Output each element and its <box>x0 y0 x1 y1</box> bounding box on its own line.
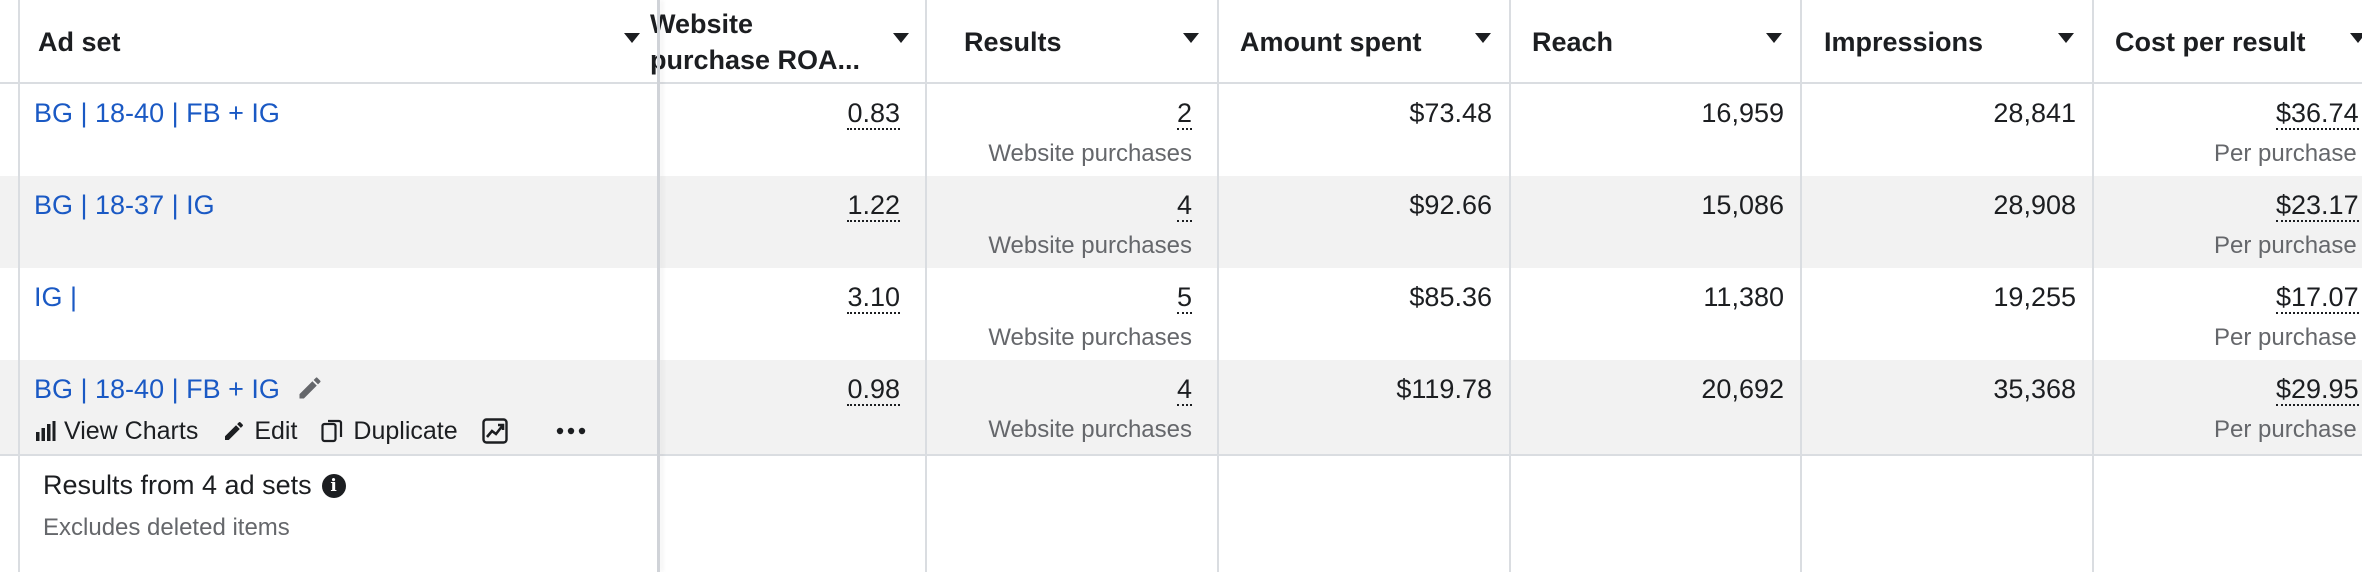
edit-button[interactable]: Edit <box>222 417 297 446</box>
amount-spent-value: $92.66 <box>1409 190 1492 220</box>
results-value[interactable]: 2 <box>1176 98 1192 130</box>
caret-down-icon[interactable] <box>2058 33 2074 43</box>
column-header-cost-per-result[interactable]: Cost per result <box>2115 0 2306 84</box>
column-divider[interactable] <box>1800 0 1802 572</box>
reach-value: 20,692 <box>1701 374 1784 404</box>
results-type: Website purchases <box>988 324 1192 351</box>
column-header-label: Reach <box>1532 27 1614 57</box>
column-header-reach[interactable]: Reach <box>1532 0 1613 84</box>
caret-down-icon[interactable] <box>624 33 640 43</box>
column-header-label-line1: Website <box>650 9 754 39</box>
cost-per-result-type: Per purchase <box>2214 232 2357 259</box>
info-icon[interactable]: i <box>321 473 346 498</box>
cost-per-result-type: Per purchase <box>2214 416 2357 443</box>
caret-down-icon[interactable] <box>893 33 909 43</box>
ad-sets-table: Ad set Website purchase ROA... Results A… <box>0 0 2362 572</box>
edit-label: Edit <box>254 416 298 445</box>
more-horizontal-icon <box>556 427 585 435</box>
ad-set-name-link[interactable]: BG | 18-40 | FB + IG <box>34 374 280 405</box>
ad-set-name-link[interactable]: BG | 18-40 | FB + IG <box>34 98 280 129</box>
results-value[interactable]: 5 <box>1176 282 1192 314</box>
pencil-icon[interactable] <box>296 374 324 402</box>
cost-per-result-type: Per purchase <box>2214 324 2357 351</box>
column-header-label: Impressions <box>1824 27 1984 57</box>
column-header-website-purchase-roas[interactable]: Website purchase ROA... <box>650 0 890 84</box>
results-type: Website purchases <box>988 232 1192 259</box>
duplicate-icon <box>321 419 343 443</box>
reach-value: 16,959 <box>1701 98 1784 128</box>
column-divider[interactable] <box>925 0 927 572</box>
results-type: Website purchases <box>988 140 1192 167</box>
impressions-value: 35,368 <box>1993 374 2076 404</box>
summary-title: Results from 4 ad sets i <box>43 470 346 501</box>
column-header-label-line2: purchase ROA... <box>650 45 861 75</box>
impressions-value: 19,255 <box>1993 282 2076 312</box>
table-row[interactable]: IG | 3.10 5 Website purchases $85.36 11,… <box>0 268 2362 360</box>
caret-down-icon[interactable] <box>1766 33 1782 43</box>
impressions-value: 28,908 <box>1993 190 2076 220</box>
caret-down-icon[interactable] <box>1183 33 1199 43</box>
duplicate-label: Duplicate <box>353 416 458 445</box>
impressions-value: 28,841 <box>1993 98 2076 128</box>
bar-chart-icon <box>36 421 56 441</box>
column-header-label: Ad set <box>38 27 121 57</box>
table-row[interactable]: BG | 18-40 | FB + IG View Charts Edit Du… <box>0 360 2362 454</box>
duplicate-button[interactable]: Duplicate <box>321 416 458 446</box>
reach-value: 15,086 <box>1701 190 1784 220</box>
column-divider[interactable] <box>1217 0 1219 572</box>
table-header: Ad set Website purchase ROA... Results A… <box>0 0 2362 84</box>
caret-down-icon[interactable] <box>1475 33 1491 43</box>
amount-spent-value: $119.78 <box>1396 374 1492 404</box>
ad-set-name-link[interactable]: BG | 18-37 | IG <box>34 190 215 221</box>
trend-chart-icon <box>481 418 508 444</box>
summary-subtitle: Excludes deleted items <box>43 514 290 541</box>
table-row[interactable]: BG | 18-37 | IG 1.22 4 Website purchases… <box>0 176 2362 268</box>
row-actions: View Charts Edit Duplicate <box>34 415 618 447</box>
pencil-icon <box>225 421 244 440</box>
column-divider[interactable] <box>2092 0 2094 572</box>
column-header-label: Cost per result <box>2115 27 2306 57</box>
cost-per-result-value[interactable]: $23.17 <box>2276 190 2359 222</box>
view-charts-button[interactable]: View Charts <box>34 417 198 446</box>
table-row[interactable]: BG | 18-40 | FB + IG 0.83 2 Website purc… <box>0 84 2362 176</box>
more-options-button[interactable] <box>556 427 594 435</box>
frozen-column-divider[interactable] <box>657 0 660 572</box>
roas-value[interactable]: 0.98 <box>847 374 900 406</box>
roas-value[interactable]: 1.22 <box>847 190 900 222</box>
column-header-label: Website purchase ROA... <box>650 6 890 78</box>
results-value[interactable]: 4 <box>1176 374 1192 406</box>
caret-down-icon[interactable] <box>2350 33 2362 43</box>
cost-per-result-value[interactable]: $36.74 <box>2276 98 2359 130</box>
column-header-ad-set[interactable]: Ad set <box>38 0 121 84</box>
results-value[interactable]: 4 <box>1176 190 1192 222</box>
cost-per-result-type: Per purchase <box>2214 140 2357 167</box>
results-type: Website purchases <box>988 416 1192 443</box>
row-divider <box>0 454 2362 456</box>
column-header-label: Amount spent <box>1240 27 1422 57</box>
ad-set-name-link[interactable]: IG | <box>34 282 77 313</box>
reach-value: 11,380 <box>1703 282 1784 312</box>
column-divider <box>18 0 20 572</box>
trend-chart-button[interactable] <box>481 418 516 444</box>
summary-title-text: Results from 4 ad sets <box>43 470 312 500</box>
amount-spent-value: $73.48 <box>1409 98 1492 128</box>
roas-value[interactable]: 3.10 <box>847 282 900 314</box>
cost-per-result-value[interactable]: $17.07 <box>2276 282 2359 314</box>
roas-value[interactable]: 0.83 <box>847 98 900 130</box>
column-header-amount-spent[interactable]: Amount spent <box>1240 0 1422 84</box>
cost-per-result-value[interactable]: $29.95 <box>2276 374 2359 406</box>
view-charts-label: View Charts <box>64 416 199 445</box>
column-header-results[interactable]: Results <box>964 0 1062 84</box>
column-header-impressions[interactable]: Impressions <box>1824 0 1983 84</box>
column-divider[interactable] <box>1509 0 1511 572</box>
column-header-label: Results <box>964 27 1062 57</box>
amount-spent-value: $85.36 <box>1409 282 1492 312</box>
